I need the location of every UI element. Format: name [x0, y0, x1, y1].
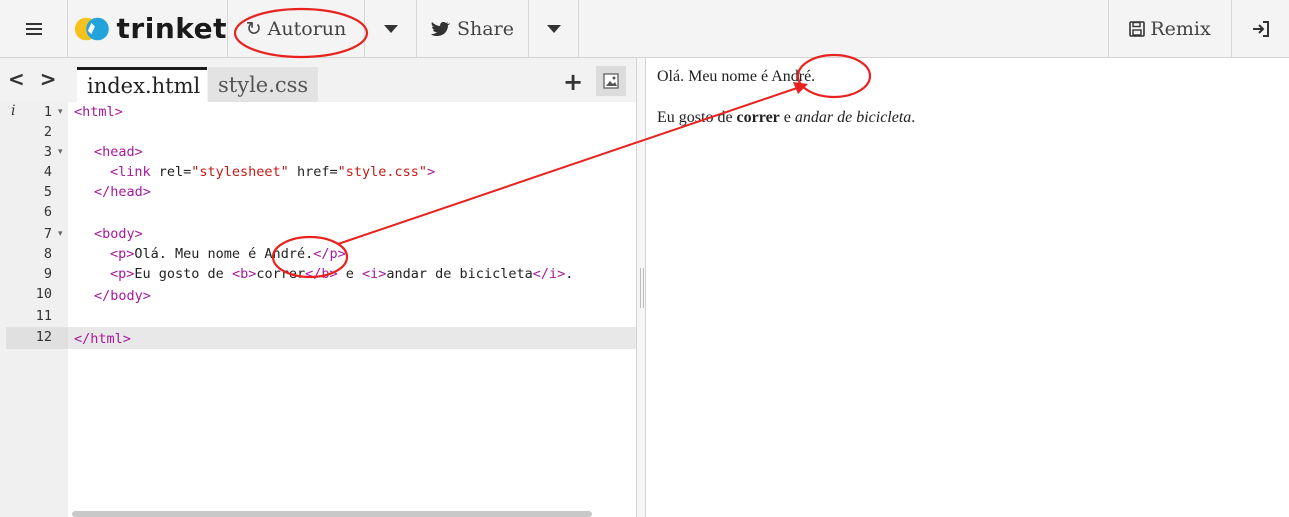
line-number: 9	[43, 266, 52, 282]
share-options-dropdown[interactable]	[529, 0, 579, 57]
link-tag: <link	[110, 164, 151, 180]
remix-label: Remix	[1150, 17, 1211, 40]
autorun-options-dropdown[interactable]	[365, 0, 417, 57]
p-close-tag: </p>	[313, 246, 346, 262]
menu-button[interactable]	[0, 0, 68, 57]
autorun-label: Autorun	[267, 17, 347, 40]
p2-italic-text: andar de bicicleta	[794, 109, 912, 126]
b-open-tag: <b>	[231, 266, 257, 282]
splitter-grip-icon	[640, 268, 644, 308]
body-open-tag: <body>	[94, 226, 143, 242]
code-line-4: <link rel="stylesheet" href="style.css">	[110, 162, 435, 182]
p-open-tag: <p>	[110, 246, 135, 262]
active-line-highlight	[68, 327, 636, 349]
image-icon	[603, 73, 619, 89]
fold-toggle-icon[interactable]: ▾	[58, 147, 63, 157]
line-number: 3	[43, 144, 52, 160]
share-label: Share	[457, 17, 514, 40]
code-line-7: <body>	[94, 224, 143, 244]
line-number: 8	[43, 246, 52, 262]
code-line-9: <p>Eu gosto de <b>correr</b> e <i>andar …	[110, 264, 573, 284]
output-paragraph-1: Olá. Meu nome é André.	[657, 68, 816, 85]
horizontal-scrollbar[interactable]	[72, 511, 592, 517]
p2-text: .	[911, 109, 916, 126]
code-line-5: </head>	[94, 182, 151, 202]
remix-button[interactable]: Remix	[1108, 0, 1232, 57]
p2-text: Eu gosto de	[657, 109, 737, 126]
refresh-icon: ↻	[245, 17, 262, 40]
tab-style-css[interactable]: style.css	[208, 67, 318, 102]
href-value: "style.css"	[337, 164, 428, 180]
head-open-tag: <head>	[94, 144, 143, 160]
code-nav-icon[interactable]: < >	[8, 67, 60, 91]
rel-attr: rel=	[150, 164, 192, 180]
b-text: correr	[256, 266, 306, 282]
p-text: e	[337, 266, 363, 282]
code-line-10: </body>	[94, 286, 151, 306]
i-text: andar de bicicleta	[386, 266, 533, 282]
code-line-1: <html>	[74, 102, 123, 122]
code-line-8: <p>Olá. Meu nome é André.</p>	[110, 244, 346, 264]
line-number: 11	[35, 308, 52, 324]
tab-index-html[interactable]: index.html	[77, 67, 207, 102]
line-number: 1	[43, 104, 52, 120]
sign-in-icon	[1252, 20, 1269, 37]
i-close-tag: </i>	[532, 266, 566, 282]
top-toolbar: trinket ↻ Autorun Share Remix	[0, 0, 1289, 58]
line-number: 2	[43, 124, 52, 140]
head-close-tag: </head>	[94, 184, 151, 200]
line-number: 7	[43, 226, 52, 242]
autorun-button[interactable]: ↻ Autorun	[228, 0, 365, 57]
fold-toggle-icon[interactable]: ▾	[58, 107, 63, 117]
line-number: 10	[35, 286, 52, 302]
href-attr: href=	[288, 164, 338, 180]
brand-logo-link[interactable]: trinket	[68, 0, 228, 57]
trinket-logo-icon	[74, 17, 109, 40]
p-text: Olá. Meu nome é André.	[134, 246, 314, 262]
b-close-tag: </b>	[305, 266, 338, 282]
output-paragraph-2: Eu gosto de correr e andar de bicicleta.	[657, 109, 915, 127]
hamburger-icon	[25, 20, 42, 38]
link-tag-close: >	[427, 164, 436, 180]
chevron-down-icon	[383, 24, 398, 33]
brand-name: trinket	[116, 12, 227, 45]
login-button[interactable]	[1232, 0, 1289, 57]
body-close-tag: </body>	[94, 288, 151, 304]
rel-value: "stylesheet"	[191, 164, 289, 180]
image-upload-button[interactable]	[596, 66, 626, 96]
p2-text: e	[779, 109, 795, 126]
line-number: 5	[43, 184, 52, 200]
save-disk-icon	[1129, 20, 1146, 37]
editor-tab-bar: < > index.html style.css +	[0, 58, 638, 102]
fold-toggle-icon[interactable]: ▾	[58, 229, 63, 239]
share-button[interactable]: Share	[417, 0, 529, 57]
tab-label: index.html	[87, 74, 201, 98]
i-open-tag: <i>	[362, 266, 387, 282]
p-text: .	[565, 266, 574, 282]
code-line-3: <head>	[94, 142, 143, 162]
html-open-tag: <html>	[74, 104, 123, 120]
p2-bold-text: correr	[736, 109, 780, 126]
p-open-tag: <p>	[110, 266, 135, 282]
code-line-12: </html>	[74, 329, 131, 349]
chevron-down-icon	[546, 24, 561, 33]
output-preview-pane: Olá. Meu nome é André. Eu gosto de corre…	[646, 58, 1289, 517]
tab-label: style.css	[218, 72, 309, 97]
html-close-tag: </html>	[74, 331, 131, 347]
line-number: 12	[35, 329, 52, 345]
add-file-icon[interactable]: +	[563, 68, 583, 96]
line-number: 4	[43, 164, 52, 180]
twitter-bird-icon	[431, 21, 451, 36]
pane-splitter[interactable]	[636, 58, 646, 517]
p-text: Eu gosto de	[134, 266, 232, 282]
line-number: 6	[43, 204, 52, 220]
